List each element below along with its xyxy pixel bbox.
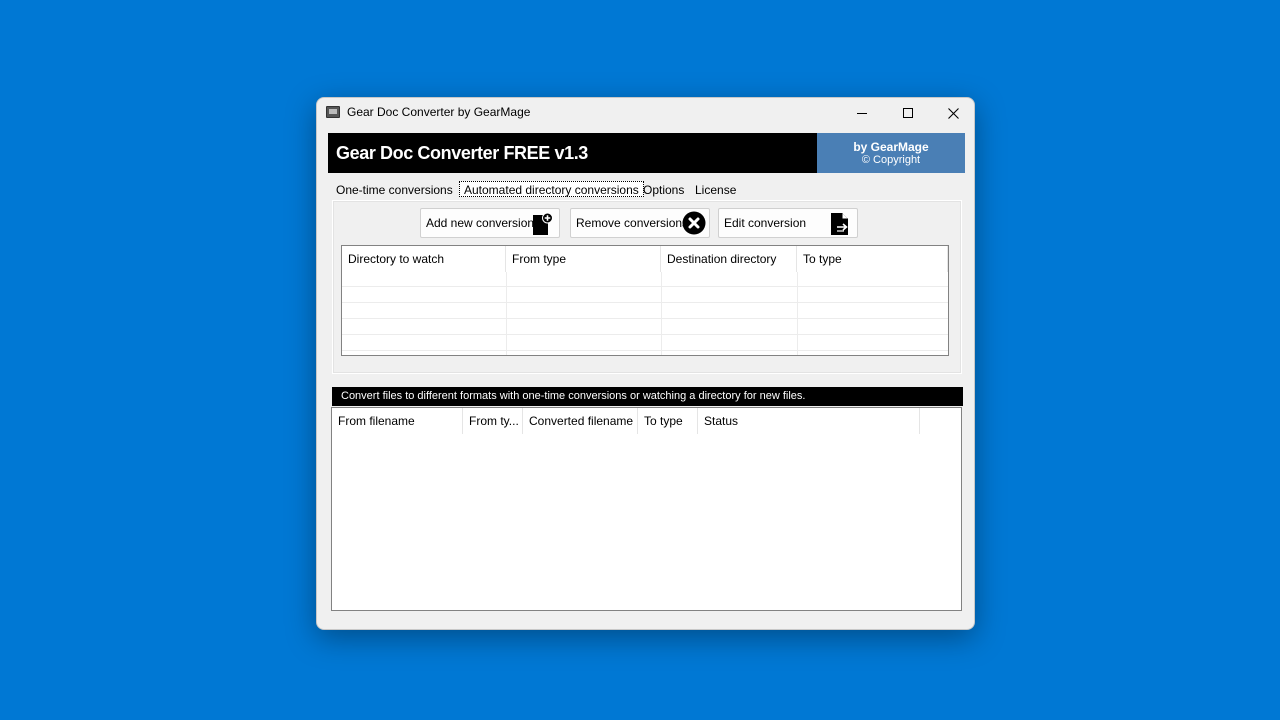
maximize-button[interactable] (885, 98, 931, 128)
banner-title: Gear Doc Converter FREE v1.3 (336, 143, 588, 163)
status-message: Convert files to different formats with … (332, 387, 963, 406)
grid-line (342, 286, 948, 287)
grid-line (342, 334, 948, 335)
app-banner: Gear Doc Converter FREE v1.3 (328, 133, 817, 173)
grid-line (342, 302, 948, 303)
column-to-type[interactable]: To type (797, 246, 948, 272)
title-bar[interactable]: Gear Doc Converter by GearMage (317, 98, 974, 128)
grid-column-divider (506, 272, 507, 355)
column-from-filename[interactable]: From filename (332, 408, 463, 434)
grid-line (342, 318, 948, 319)
column-destination-directory[interactable]: Destination directory (661, 246, 797, 272)
grid-column-divider (948, 272, 949, 356)
tab-automated-directory-conversions[interactable]: Automated directory conversions (459, 181, 644, 197)
minimize-button[interactable] (839, 98, 885, 128)
minimize-icon (857, 112, 867, 114)
edit-document-icon (831, 213, 848, 235)
column-to-type[interactable]: To type (638, 408, 698, 434)
edit-conversion-button[interactable]: Edit conversion (718, 208, 858, 238)
grid-line (342, 350, 948, 351)
remove-icon (682, 211, 706, 235)
tab-one-time-conversions[interactable]: One-time conversions (332, 181, 457, 198)
byline-panel: by GearMage © Copyright (817, 133, 965, 173)
remove-conversions-button[interactable]: Remove conversions (570, 208, 710, 238)
add-new-conversion-button[interactable]: Add new conversion (420, 208, 560, 238)
column-from-type[interactable]: From type (506, 246, 661, 272)
maximize-icon (903, 108, 913, 118)
edit-conversion-label: Edit conversion (724, 216, 807, 230)
tab-options[interactable]: Options (639, 181, 688, 198)
column-converted-filename[interactable]: Converted filename (523, 408, 638, 434)
conversion-log-table[interactable]: From filename From ty... Converted filen… (331, 407, 962, 611)
add-new-conversion-label: Add new conversion (426, 216, 535, 230)
tab-license[interactable]: License (691, 181, 740, 198)
directory-table-header: Directory to watch From type Destination… (342, 246, 948, 272)
column-from-type[interactable]: From ty... (463, 408, 523, 434)
copyright-text: © Copyright (861, 154, 921, 166)
remove-conversions-label: Remove conversions (576, 216, 689, 230)
grid-column-divider (797, 272, 798, 355)
grid-column-divider (661, 272, 662, 355)
close-icon (947, 107, 959, 119)
close-button[interactable] (930, 98, 974, 128)
app-window-icon (326, 106, 340, 118)
directory-watch-table[interactable]: Directory to watch From type Destination… (341, 245, 949, 356)
column-status[interactable]: Status (698, 408, 920, 434)
app-window: Gear Doc Converter by GearMage Gear Doc … (316, 97, 975, 630)
column-directory-to-watch[interactable]: Directory to watch (342, 246, 506, 272)
byline-name: by GearMage (853, 140, 929, 154)
new-document-icon (533, 212, 553, 235)
window-title: Gear Doc Converter by GearMage (347, 105, 531, 119)
